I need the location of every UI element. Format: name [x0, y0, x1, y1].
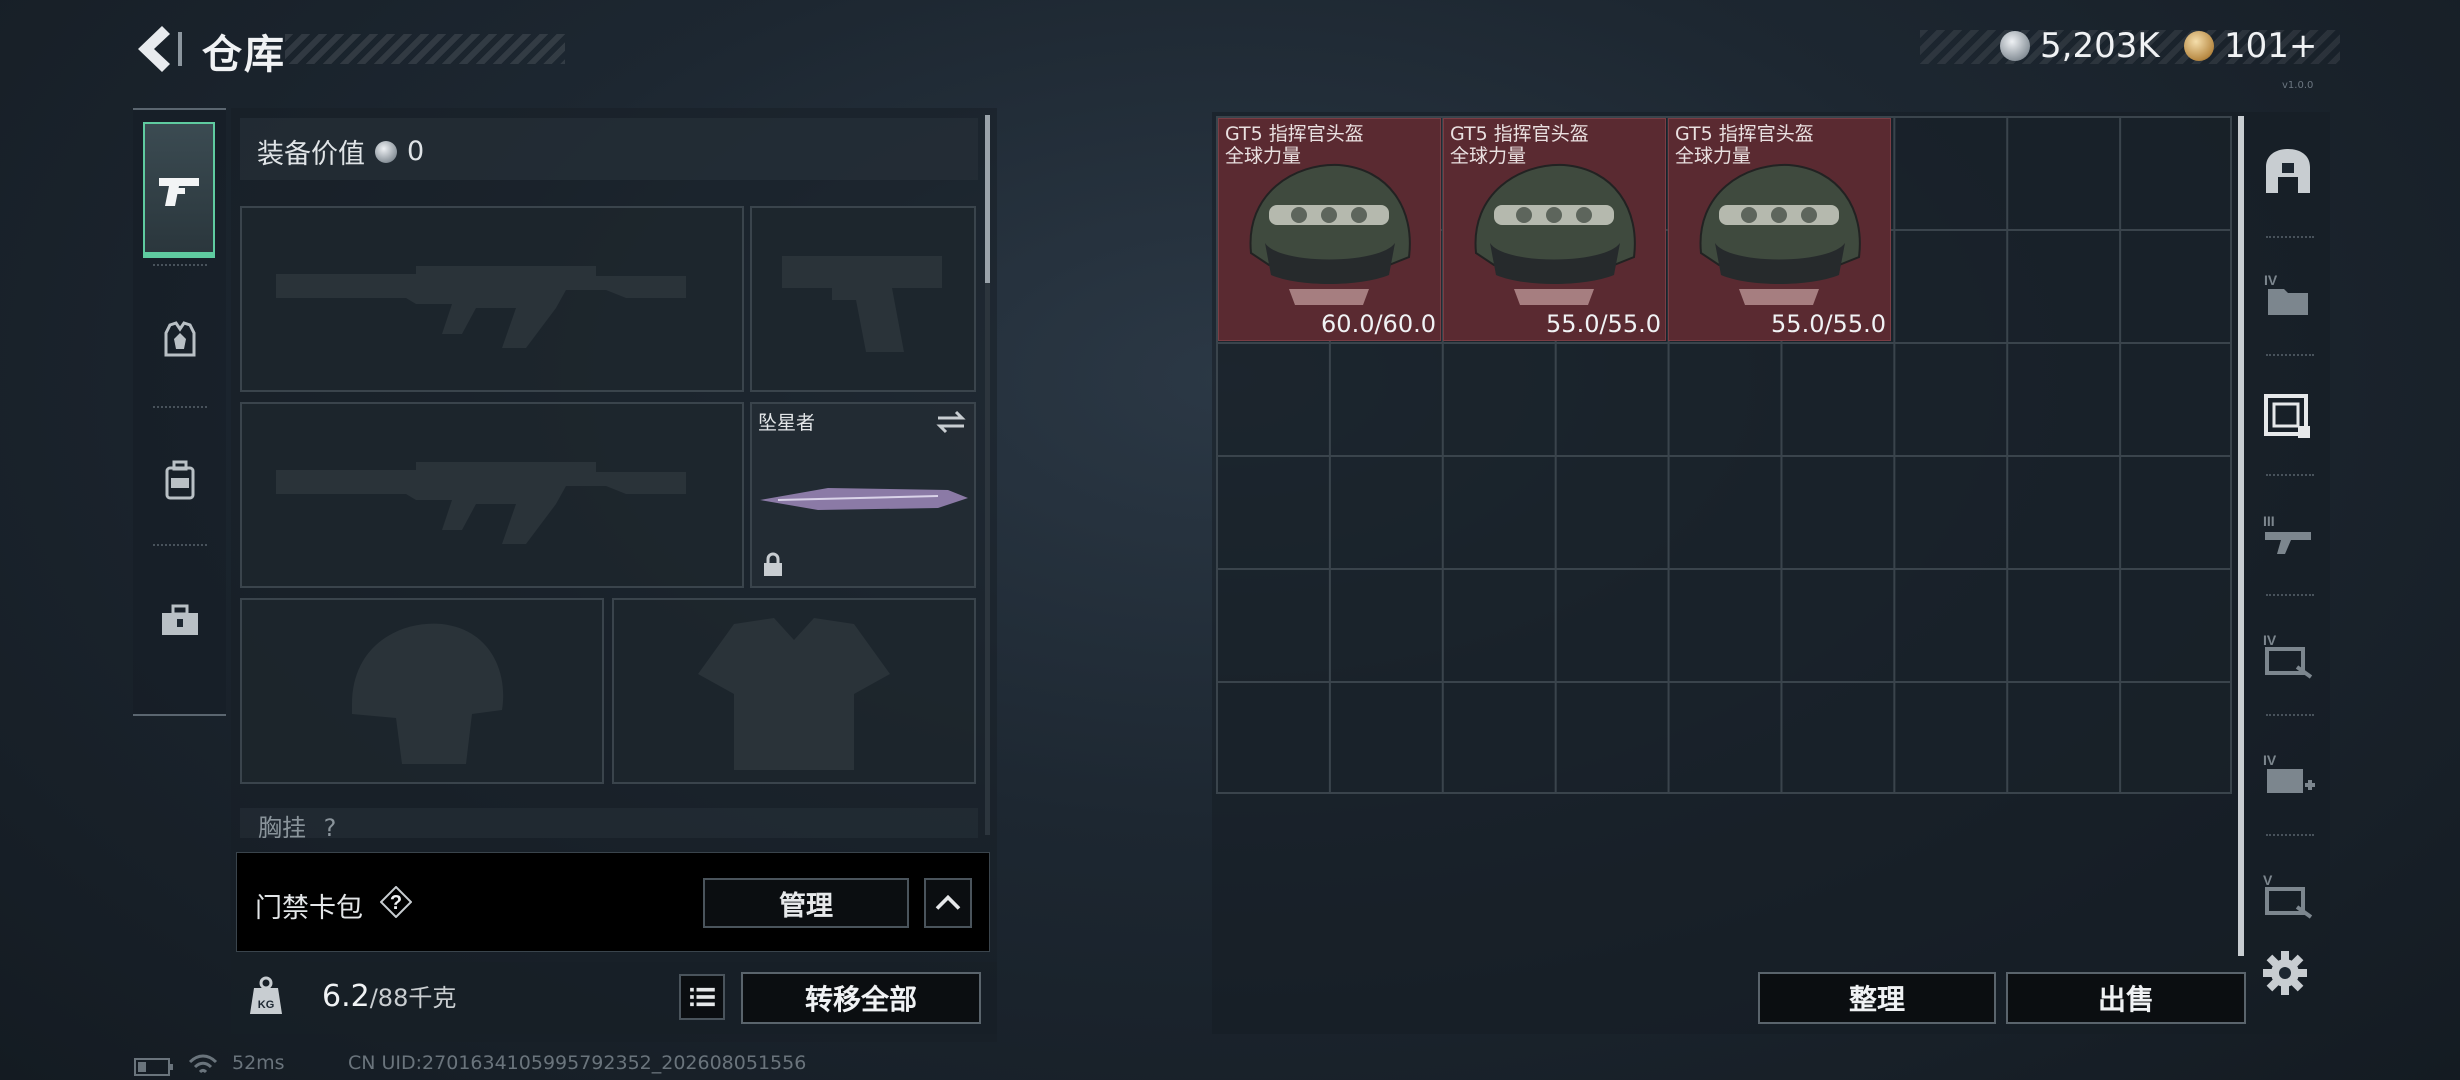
page-title: 仓库	[202, 32, 286, 78]
help-text: ?	[390, 892, 402, 914]
pistol-icon	[159, 178, 199, 206]
silver-currency[interactable]: 5,203K	[2000, 26, 2160, 66]
svg-text:IV: IV	[2264, 272, 2278, 288]
helmet-slot[interactable]	[240, 598, 604, 784]
svg-text:KG: KG	[258, 999, 275, 1011]
equipment-value-label: 装备价值	[257, 139, 365, 170]
gold-currency[interactable]: 101+	[2184, 26, 2317, 66]
helmet-silhouette-icon	[352, 623, 504, 764]
item-durability: 55.0/55.0	[1771, 310, 1886, 338]
chest-rig-label: 胸挂	[258, 814, 306, 838]
nav-tier-iv-medical-case[interactable]: IV	[2252, 720, 2324, 830]
nav-backpack[interactable]	[133, 420, 226, 540]
capacity-max: /88千克	[369, 984, 457, 1012]
nav-weapons[interactable]	[143, 122, 215, 258]
back-arrow-icon[interactable]	[130, 24, 186, 74]
silver-coin-icon	[2000, 31, 2030, 61]
chest-rig-header[interactable]: 胸挂 ?	[240, 808, 978, 838]
item-durability: 55.0/55.0	[1546, 310, 1661, 338]
capacity-current: 6.2	[322, 979, 370, 1014]
capacity-readout: 6.2/88千克	[322, 978, 456, 1014]
weight-icon: KG	[250, 976, 282, 1014]
backpack-icon	[165, 460, 194, 500]
nav-safe-box[interactable]	[2252, 116, 2324, 226]
armor-silhouette-icon	[698, 618, 890, 770]
silver-coin-icon	[375, 140, 397, 163]
stash-item-helmet-2[interactable]: GT5 指挥官头盔 全球力量 55.0/55.0	[1443, 118, 1666, 341]
selected-container-icon	[2264, 394, 2310, 438]
help-icon[interactable]: ?	[380, 886, 412, 918]
keycard-wallet-label: 门禁卡包	[255, 893, 363, 924]
pistol-silhouette-icon	[782, 256, 942, 352]
tier-iii-weapon-case-icon: III	[2263, 513, 2311, 554]
rifle-silhouette-icon	[276, 266, 686, 348]
silver-amount: 5,203K	[2040, 26, 2160, 66]
equipment-value: 装备价值 0	[257, 132, 424, 171]
stash-scrollbar[interactable]	[2238, 116, 2244, 956]
rifle-silhouette-icon	[276, 462, 686, 544]
user-uid: CN UID:2701634105995792352_202608051556	[348, 1052, 807, 1074]
vest-icon	[164, 321, 195, 357]
nav-toolbox[interactable]	[133, 560, 226, 680]
melee-name: 坠星者	[758, 412, 816, 434]
nav-tier-iv-folder[interactable]: IV	[2252, 240, 2324, 350]
secondary-primary-slot[interactable]	[240, 402, 744, 588]
version-label: v1.0.0	[2282, 80, 2314, 91]
tier-iv-medical-case-icon: IV	[2263, 752, 2315, 793]
armor-slot[interactable]	[612, 598, 976, 784]
wifi-icon	[188, 1054, 218, 1074]
chest-rig-badge: ?	[323, 814, 337, 838]
tier-iv-ammo-case-icon: IV	[2263, 632, 2313, 679]
primary-weapon-slot[interactable]	[240, 206, 744, 392]
list-view-icon[interactable]	[679, 974, 725, 1020]
toolbox-icon	[161, 604, 198, 635]
helmet-icon	[1699, 163, 1861, 305]
svg-text:IV: IV	[2263, 752, 2277, 768]
stash-item-helmet-3[interactable]: GT5 指挥官头盔 全球力量 55.0/55.0	[1668, 118, 1891, 341]
tier-iv-folder-icon: IV	[2264, 272, 2308, 315]
helmet-icon	[1249, 163, 1411, 305]
container-nav: IV III IV IV V	[2252, 116, 2324, 956]
svg-text:III: III	[2263, 513, 2275, 529]
secondary-weapon-slot[interactable]	[750, 206, 976, 392]
settings-gear-icon[interactable]	[2262, 950, 2308, 996]
svg-text:IV: IV	[2263, 632, 2277, 648]
gold-amount: 101+	[2224, 26, 2318, 66]
nav-vest[interactable]	[133, 280, 226, 400]
nav-tier-v-case[interactable]: V	[2252, 840, 2324, 950]
equipment-scrollbar-thumb[interactable]	[985, 115, 990, 283]
equipment-value-amount: 0	[407, 136, 425, 167]
swap-icon[interactable]	[936, 410, 966, 434]
safe-box-icon	[2266, 149, 2310, 193]
lock-icon	[764, 552, 782, 576]
knife-icon	[760, 488, 968, 510]
loadout-category-nav	[133, 108, 226, 716]
tier-v-case-icon: V	[2263, 872, 2313, 919]
stash-item-helmet-1[interactable]: GT5 指挥官头盔 全球力量 60.0/60.0	[1218, 118, 1441, 341]
title-decoration	[285, 34, 565, 64]
sort-button[interactable]: 整理	[1758, 972, 1996, 1024]
nav-selected-container[interactable]	[2252, 360, 2324, 470]
melee-slot[interactable]: 坠星者	[750, 402, 976, 588]
battery-icon	[134, 1058, 173, 1076]
sell-button[interactable]: 出售	[2006, 972, 2246, 1024]
gold-coin-icon	[2184, 31, 2214, 61]
item-durability: 60.0/60.0	[1321, 310, 1436, 338]
helmet-icon	[1474, 163, 1636, 305]
ping-readout: 52ms	[232, 1052, 285, 1074]
transfer-all-button[interactable]: 转移全部	[741, 972, 981, 1024]
svg-text:V: V	[2263, 872, 2273, 888]
nav-tier-iii-weapon-case[interactable]: III	[2252, 480, 2324, 590]
manage-button[interactable]: 管理	[703, 878, 909, 928]
nav-tier-iv-ammo-case[interactable]: IV	[2252, 600, 2324, 710]
collapse-chevron-icon[interactable]	[924, 878, 972, 928]
